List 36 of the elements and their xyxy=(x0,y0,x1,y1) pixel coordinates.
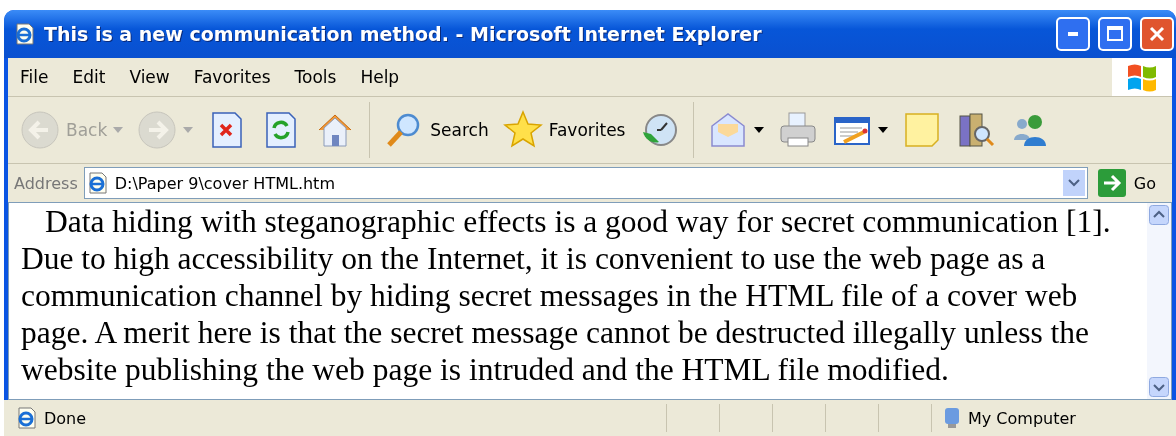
scroll-down-button[interactable] xyxy=(1149,377,1169,397)
caret-icon[interactable] xyxy=(878,127,889,133)
close-icon xyxy=(1148,25,1166,43)
maximize-icon xyxy=(1106,25,1124,43)
zone-text: My Computer xyxy=(968,408,1076,428)
menu-item[interactable]: View xyxy=(117,67,182,87)
computer-icon xyxy=(942,406,962,430)
address-field[interactable]: D:\Paper 9\cover HTML.htm xyxy=(83,167,1088,199)
menu-item[interactable]: Edit xyxy=(60,67,118,87)
caret-icon[interactable] xyxy=(754,127,765,133)
page-icon xyxy=(14,23,36,45)
favorites-button[interactable]: Favorites xyxy=(498,108,630,152)
printer-icon xyxy=(778,110,819,150)
close-button[interactable] xyxy=(1140,17,1174,51)
books-magnifier-icon xyxy=(956,110,997,150)
scrollbar[interactable] xyxy=(1147,203,1171,399)
go-button[interactable]: Go xyxy=(1093,169,1166,197)
page-icon xyxy=(86,172,109,194)
window-title: This is a new communication method. - Microsoft Internet Explorer xyxy=(44,23,763,45)
page-icon xyxy=(16,407,38,429)
menu-item[interactable]: Help xyxy=(348,67,412,87)
star-icon xyxy=(502,110,543,150)
status-text: Done xyxy=(44,408,87,428)
minimize-icon xyxy=(1068,32,1078,36)
menu-item[interactable]: File xyxy=(8,67,61,87)
address-label: Address xyxy=(14,173,78,193)
paragraph: Data hiding with steganographic effects is a good way for secret communication [1]. Due to high accessibility on the Internet, it is convenient to use the web page as a communication channel by hiding secret messages in the HTML file of a cover web page. A merit here is that the secret message cannot be destructed illegally unless the website publishing the web page is intruded and the HTML file modified. xyxy=(20,203,1112,389)
caret-icon xyxy=(1067,179,1080,187)
flag-logo-icon xyxy=(1112,58,1172,96)
search-button[interactable]: Search xyxy=(380,108,493,152)
minimize-button[interactable] xyxy=(1056,17,1090,51)
menu-item[interactable]: Tools xyxy=(282,67,349,87)
maximize-button[interactable] xyxy=(1098,17,1132,51)
menu-item[interactable]: Favorites xyxy=(181,67,283,87)
scroll-up-button[interactable] xyxy=(1149,205,1169,225)
dropdown-button[interactable] xyxy=(1062,170,1085,196)
